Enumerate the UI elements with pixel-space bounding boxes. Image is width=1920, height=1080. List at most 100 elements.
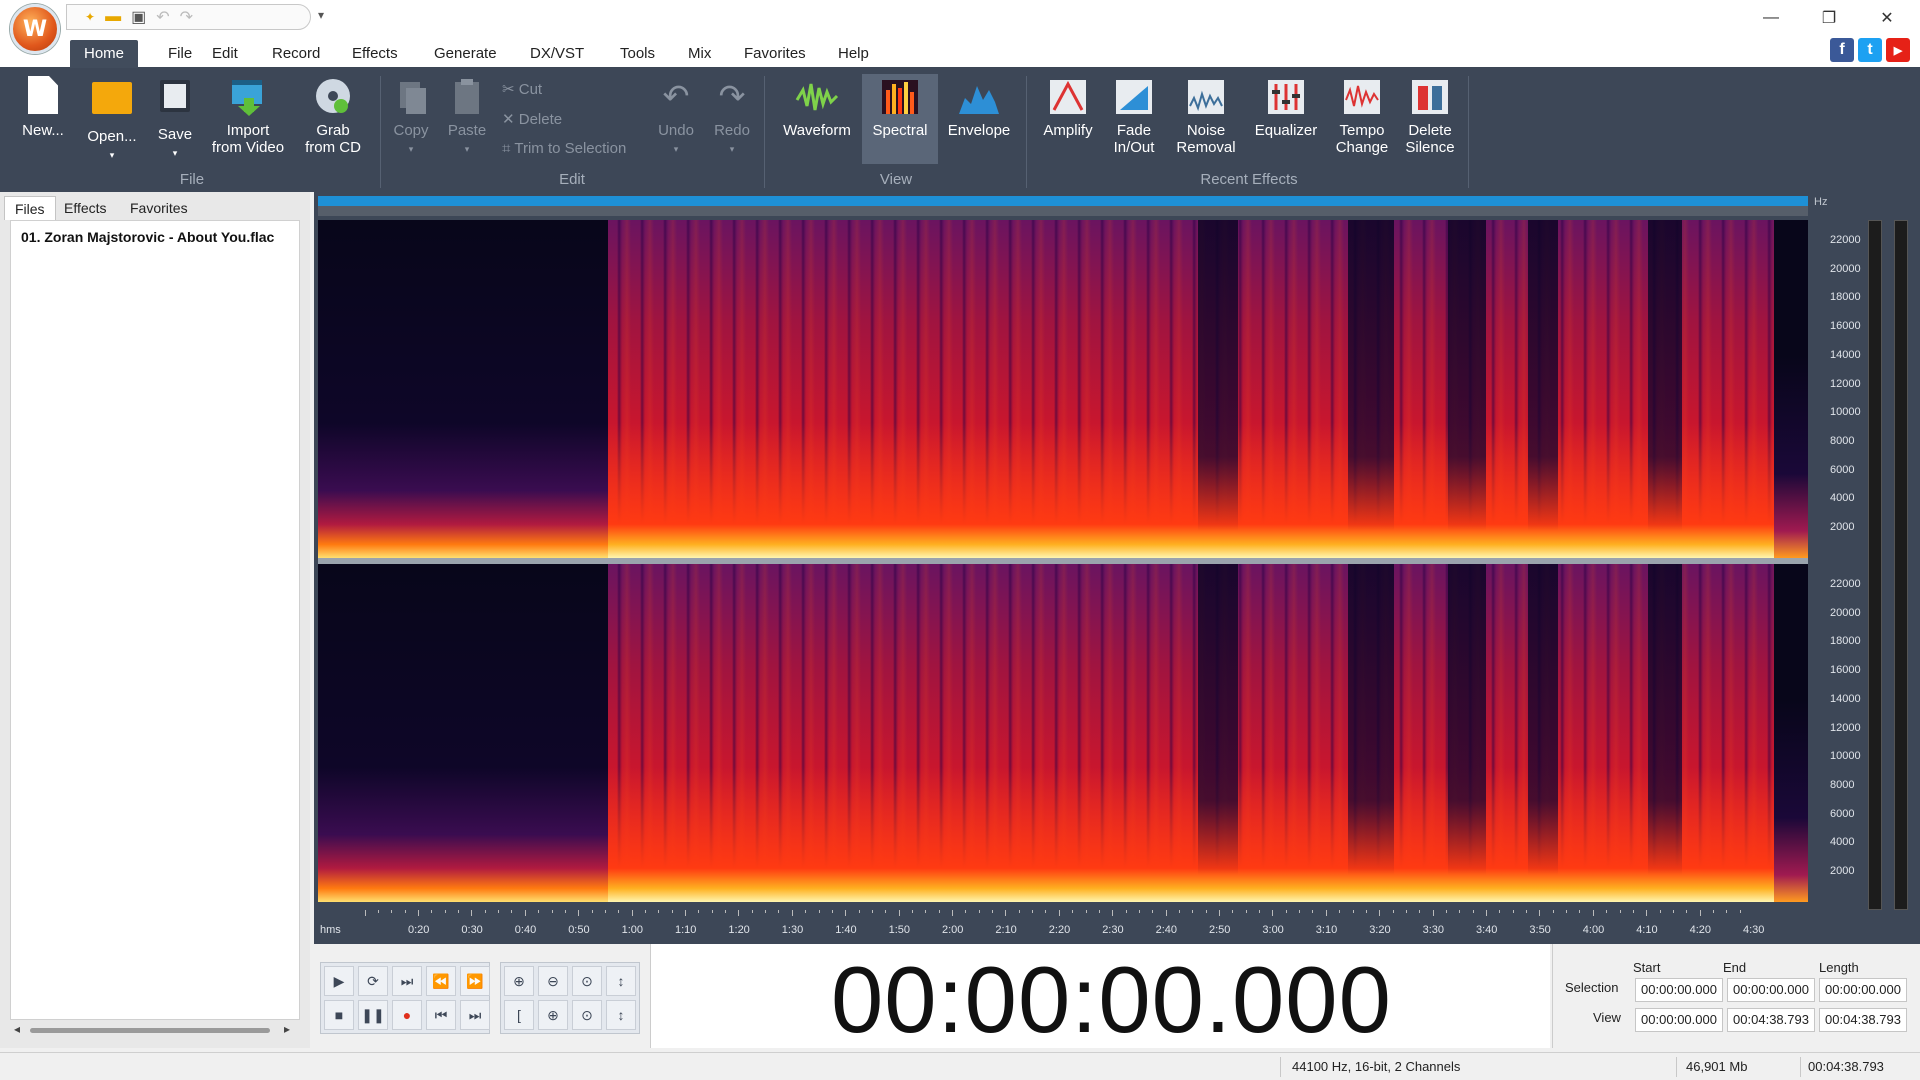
customize-toolbar-icon[interactable]: ▾ (318, 8, 324, 22)
frequency-label: 12000 (1830, 721, 1861, 734)
floppy-icon[interactable]: ▣ (131, 7, 146, 27)
zoom-out-icon[interactable]: ⊖ (538, 966, 568, 996)
redo-icon[interactable]: ↷ (180, 7, 193, 27)
selection-panel: Start End Length Selection 00:00:00.000 … (1552, 944, 1920, 1048)
time-tick (418, 910, 419, 916)
play-icon[interactable]: ▶ (324, 966, 354, 996)
channel-left-spectrogram[interactable] (318, 220, 1808, 558)
go-to-start-icon[interactable]: ⏮ (426, 1000, 456, 1030)
facebook-icon[interactable]: f (1830, 38, 1854, 62)
frequency-label: 16000 (1830, 320, 1861, 333)
time-unit-label: hms (320, 924, 341, 936)
selection-length-field[interactable]: 00:00:00.000 (1819, 978, 1907, 1002)
zoom-selection-icon[interactable]: [ (504, 1000, 534, 1030)
cut-button[interactable]: ✂ Cut (502, 80, 542, 98)
noise-removal-button[interactable]: Noise Removal (1170, 76, 1242, 156)
selection-end-field[interactable]: 00:00:00.000 (1727, 978, 1815, 1002)
frequency-label: 18000 (1830, 635, 1861, 648)
selection-start-field[interactable]: 00:00:00.000 (1635, 978, 1723, 1002)
rewind-icon[interactable]: ⏪ (426, 966, 456, 996)
new-doc-icon[interactable]: ✦ (85, 10, 95, 24)
paste-button[interactable]: Paste ▾ (444, 76, 490, 158)
import-from-video-button[interactable]: Import from Video (206, 76, 290, 156)
undo-button[interactable]: ↶ Undo ▾ (654, 76, 698, 158)
time-tick (1085, 910, 1087, 913)
zoom-full-icon[interactable]: ⊙ (572, 966, 602, 996)
delete-silence-button[interactable]: Delete Silence (1400, 76, 1460, 156)
end-header: End (1723, 960, 1747, 975)
save-button[interactable]: Save ▾ (150, 76, 200, 162)
minimize-button[interactable]: — (1742, 0, 1800, 36)
zoom-fit-icon[interactable]: ⊙ (572, 1000, 602, 1030)
grab-from-cd-button[interactable]: Grab from CD (296, 76, 370, 156)
stop-icon[interactable]: ■ (324, 1000, 354, 1030)
horizontal-scrollbar[interactable]: ◂ ▸ (14, 1022, 294, 1038)
redo-button[interactable]: ↷ Redo ▾ (710, 76, 754, 158)
noise-removal-icon (1184, 76, 1228, 118)
time-tick (725, 910, 727, 913)
undo-icon[interactable]: ↶ (156, 7, 169, 27)
copy-button[interactable]: Copy ▾ (390, 76, 432, 158)
current-time-display: 00:00:00.000 (831, 947, 1392, 1052)
tab-favorites[interactable]: Favorites (730, 40, 820, 68)
time-tick (1272, 910, 1274, 916)
pause-icon[interactable]: ❚❚ (358, 1000, 388, 1030)
time-tick (1459, 910, 1461, 913)
go-to-end-icon[interactable]: ⏭ (460, 1000, 490, 1030)
youtube-icon[interactable]: ▶ (1886, 38, 1910, 62)
trim-to-selection-button[interactable]: ⌗ Trim to Selection (502, 140, 626, 157)
zoom-vertical-out-icon[interactable]: ↕ (606, 1000, 636, 1030)
zoom-in-icon[interactable]: ⊕ (504, 966, 534, 996)
envelope-view-button[interactable]: Envelope (944, 76, 1014, 139)
frequency-label: 20000 (1830, 262, 1861, 275)
tab-files[interactable]: Files (4, 196, 56, 220)
tab-mix[interactable]: Mix (674, 40, 725, 68)
loop-icon[interactable]: ⟳ (358, 966, 388, 996)
view-length-field[interactable]: 00:04:38.793 (1819, 1008, 1907, 1032)
tab-effects[interactable]: Effects (338, 40, 412, 68)
fade-in-out-button[interactable]: Fade In/Out (1104, 76, 1164, 156)
tab-edit[interactable]: Edit (198, 40, 252, 68)
view-start-field[interactable]: 00:00:00.000 (1635, 1008, 1723, 1032)
waveform-view-button[interactable]: Waveform (778, 76, 856, 139)
tempo-change-button[interactable]: Tempo Change (1330, 76, 1394, 156)
scroll-left-icon[interactable]: ◂ (14, 1022, 20, 1036)
tab-favorites-panel[interactable]: Favorites (120, 196, 198, 220)
fast-forward-icon[interactable]: ⏩ (460, 966, 490, 996)
tab-home[interactable]: Home (70, 40, 139, 68)
restore-button[interactable]: ❐ (1800, 0, 1858, 36)
twitter-icon[interactable]: t (1858, 38, 1882, 62)
tab-tools[interactable]: Tools (606, 40, 669, 68)
spectral-view-button[interactable]: Spectral (862, 74, 938, 164)
delete-button[interactable]: ✕ Delete (502, 110, 562, 128)
time-tick (1192, 910, 1194, 913)
tab-generate[interactable]: Generate (420, 40, 511, 68)
play-to-end-icon[interactable]: ⏭ (392, 966, 422, 996)
zoom-vertical-icon[interactable]: ↕ (606, 966, 636, 996)
tab-effects-panel[interactable]: Effects (54, 196, 117, 220)
scroll-thumb[interactable] (30, 1028, 270, 1033)
amplify-button[interactable]: Amplify (1038, 76, 1098, 139)
tab-help[interactable]: Help (824, 40, 883, 68)
time-tick (404, 910, 406, 913)
overview-bar[interactable] (318, 196, 1808, 206)
record-icon[interactable]: ● (392, 1000, 422, 1030)
time-tick (698, 910, 700, 913)
equalizer-button[interactable]: Equalizer (1248, 76, 1324, 139)
tab-record[interactable]: Record (258, 40, 334, 68)
spectrogram-view[interactable]: Hz 22000 20000 18000 16000 14000 12000 10000 80… (314, 192, 1920, 944)
channel-right-spectrogram[interactable] (318, 564, 1808, 902)
new-button[interactable]: New... (14, 76, 72, 139)
time-ruler[interactable]: hms 0:20 0:30 0:40 0:50 1:00 1:10 1:20 1:30 1:40… (318, 910, 1808, 944)
open-button[interactable]: Open... ▾ (80, 76, 144, 164)
file-item[interactable]: 01. Zoran Majstorovic - About You.flac (21, 229, 274, 245)
close-button[interactable]: ✕ (1858, 0, 1916, 36)
time-tick (551, 910, 553, 913)
folder-icon[interactable]: ▬ (105, 8, 121, 26)
app-logo[interactable]: W (10, 4, 60, 54)
overview-scroll[interactable] (318, 206, 1808, 216)
zoom-in-vertical-icon[interactable]: ⊕ (538, 1000, 568, 1030)
tab-dxvst[interactable]: DX/VST (516, 40, 598, 68)
scroll-right-icon[interactable]: ▸ (284, 1022, 290, 1036)
view-end-field[interactable]: 00:04:38.793 (1727, 1008, 1815, 1032)
